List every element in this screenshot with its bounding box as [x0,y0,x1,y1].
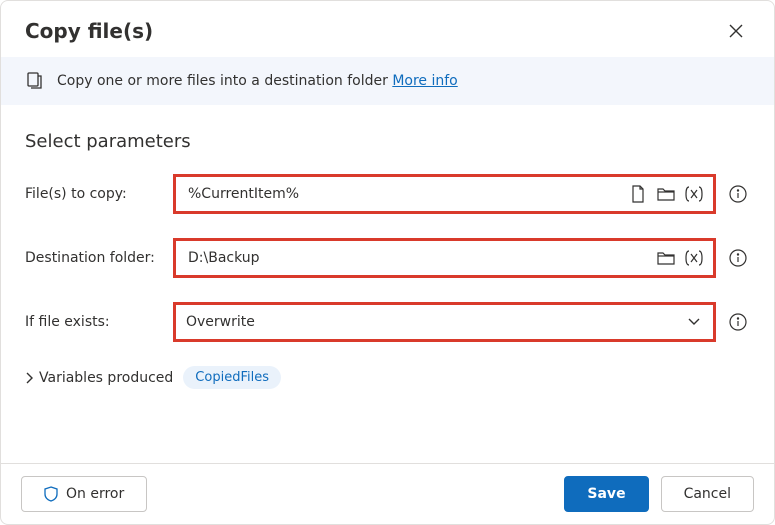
row-files-to-copy: File(s) to copy: [25,174,750,214]
dialog-content: Select parameters File(s) to copy: [1,105,774,463]
close-button[interactable] [722,17,750,45]
dialog-footer: On error Save Cancel [1,463,774,524]
dest-field[interactable] [173,238,716,278]
dialog-header: Copy file(s) [1,1,774,57]
dialog-title: Copy file(s) [25,19,153,43]
info-icon [729,313,747,331]
dest-input[interactable] [186,249,649,267]
banner-text: Copy one or more files into a destinatio… [57,73,458,89]
cancel-button[interactable]: Cancel [661,476,754,512]
section-title: Select parameters [25,131,750,152]
files-info-button[interactable] [726,182,750,206]
variables-label: Variables produced [39,370,173,386]
if-exists-label: If file exists: [25,314,163,330]
close-icon [729,24,743,38]
variable-icon [684,186,704,202]
variable-chip[interactable]: CopiedFiles [183,366,281,389]
variables-produced-row: Variables produced CopiedFiles [25,366,750,389]
copy-files-dialog: Copy file(s) Copy one or more files into… [0,0,775,525]
folder-icon [657,186,675,202]
variable-picker-button[interactable] [683,183,705,205]
dest-info-button[interactable] [726,246,750,270]
variable-icon [684,250,704,266]
if-exists-value: Overwrite [186,314,677,330]
select-file-button[interactable] [627,183,649,205]
if-exists-dropdown-toggle[interactable] [683,311,705,333]
on-error-button[interactable]: On error [21,476,147,512]
variables-expander[interactable]: Variables produced [25,370,173,386]
dest-label: Destination folder: [25,250,163,266]
chevron-down-icon [687,317,701,327]
files-field[interactable] [173,174,716,214]
file-plus-icon [630,185,646,203]
row-destination-folder: Destination folder: [25,238,750,278]
info-icon [729,249,747,267]
copy-icon [25,71,45,91]
save-label: Save [587,486,625,502]
folder-icon [657,250,675,266]
info-banner: Copy one or more files into a destinatio… [1,57,774,105]
info-icon [729,185,747,203]
save-button[interactable]: Save [564,476,648,512]
files-label: File(s) to copy: [25,186,163,202]
variable-picker-button[interactable] [683,247,705,269]
if-exists-field[interactable]: Overwrite [173,302,716,342]
browse-dest-button[interactable] [655,247,677,269]
if-exists-info-button[interactable] [726,310,750,334]
browse-folder-button[interactable] [655,183,677,205]
cancel-label: Cancel [684,486,731,502]
on-error-label: On error [66,486,124,502]
shield-icon [44,486,58,502]
more-info-link[interactable]: More info [392,73,457,89]
files-input[interactable] [186,185,621,203]
chevron-right-icon [25,372,33,384]
row-if-file-exists: If file exists: Overwrite [25,302,750,342]
